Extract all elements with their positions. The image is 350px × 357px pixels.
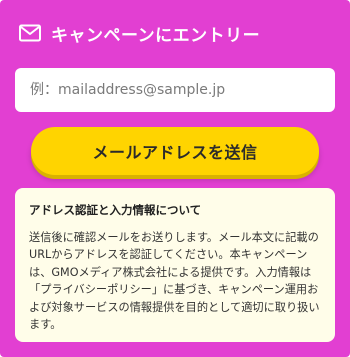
mail-icon [18,21,42,45]
notice-title: アドレス認証と入力情報について [29,203,202,217]
page-title: キャンペーンにエントリー [51,25,261,46]
notice-body: 送信後に確認メールをお送りします。メール本文に記載のURLからアドレスを認証して… [29,231,320,332]
submit-email-button[interactable]: メールアドレスを送信 [31,127,319,175]
campaign-entry-panel: キャンペーンにエントリー メールアドレスを送信 アドレス認証と入力情報について … [0,0,350,357]
notice-box: アドレス認証と入力情報について 送信後に確認メールをお送りします。メール本文に記… [15,188,335,342]
email-input[interactable] [15,68,335,112]
panel-header: キャンペーンにエントリー [18,21,261,46]
